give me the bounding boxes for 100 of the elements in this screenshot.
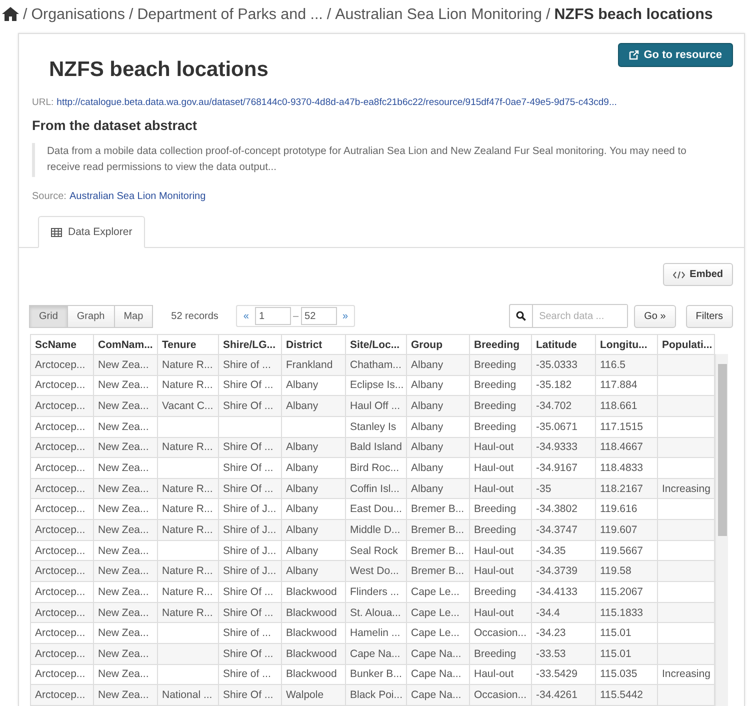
go-to-resource-button[interactable]: Go to resource — [618, 43, 733, 67]
table-cell: Breeding — [470, 520, 532, 540]
abstract-text: Data from a mobile data collection proof-of-concept prototype for Autralian Sea Lion and New Zealand Fur Seal monitoring. You may need to receive read permissions to view the data output... — [32, 143, 733, 177]
table-cell: Arctocep... — [30, 416, 94, 438]
table-cell: Shire Of ... — [218, 643, 282, 664]
url-label: URL: — [32, 97, 54, 108]
table-cell: Frankland — [282, 354, 346, 376]
table-cell: Shire Of ... — [218, 684, 282, 706]
table-cell: 115.01 — [596, 643, 658, 664]
table-cell: -34.3747 — [532, 520, 596, 540]
table-cell: Haul-out — [470, 458, 532, 478]
table-cell: New Zea... — [94, 684, 158, 706]
table-cell: Cape Le... — [406, 582, 470, 602]
table-cell: Vacant C... — [158, 396, 218, 416]
table-cell: Occasion... — [470, 684, 532, 706]
table-icon — [51, 228, 62, 236]
table-cell: 118.661 — [596, 396, 658, 416]
table-cell: Albany — [282, 458, 346, 478]
table-cell: 117.1515 — [596, 416, 658, 438]
table-cell: 115.2067 — [596, 582, 658, 602]
table-cell: New Zea... — [94, 354, 158, 376]
table-cell: Arctocep... — [30, 684, 94, 706]
vertical-scrollbar[interactable] — [715, 354, 728, 706]
table-cell: Cape Na... — [406, 643, 470, 664]
page-from-field[interactable]: 1 — [254, 307, 291, 325]
scrollbar-thumb[interactable] — [718, 364, 726, 536]
embed-button[interactable]: Embed — [662, 263, 733, 286]
table-cell: Breeding — [470, 396, 532, 416]
table-cell: Middle D... — [346, 520, 406, 540]
current-page: NZFS beach locations — [554, 6, 713, 22]
table-cell: Breeding — [470, 416, 532, 438]
table-cell: 119.607 — [596, 520, 658, 540]
table-cell: Occasion... — [470, 622, 532, 644]
table-cell — [158, 622, 218, 644]
view-toggle[interactable]: Graph — [66, 304, 115, 328]
table-cell: Flinders ... — [346, 582, 406, 602]
table-cell: -35.0333 — [532, 354, 596, 376]
table-cell — [158, 643, 218, 664]
source-link[interactable]: Australian Sea Lion Monitoring — [69, 191, 206, 202]
table-cell: Arctocep... — [30, 622, 94, 644]
table-cell: Albany — [406, 416, 470, 438]
search-icon — [516, 311, 526, 321]
table-cell: Shire of ... — [218, 622, 282, 644]
column-header[interactable]: ScName — [30, 334, 94, 354]
view-toggle[interactable]: Grid — [29, 304, 68, 328]
table-cell: Shire Of ... — [218, 396, 282, 416]
table-cell: Blackwood — [282, 643, 346, 664]
data-explorer-tab[interactable]: Data Explorer — [38, 216, 146, 248]
breadcrumb-link[interactable]: Australian Sea Lion Monitoring — [335, 6, 542, 22]
table-cell: Haul Off ... — [346, 396, 406, 416]
breadcrumb-link[interactable]: Department of Parks and ... — [137, 6, 323, 22]
table-cell: Albany — [282, 520, 346, 540]
table-cell: 116.5 — [596, 354, 658, 376]
abstract-heading: From the dataset abstract — [32, 118, 198, 133]
table-cell: Breeding — [470, 354, 532, 376]
table-cell: Breeding — [470, 582, 532, 602]
table-cell — [282, 416, 346, 438]
table-cell: Bremer B... — [406, 520, 470, 540]
table-cell: Arctocep... — [30, 582, 94, 602]
table-cell — [158, 458, 218, 478]
table-cell: Nature R... — [158, 354, 218, 376]
table-cell: Black Poi... — [346, 684, 406, 706]
table-cell: Blackwood — [282, 582, 346, 602]
code-icon — [672, 270, 685, 278]
table-cell: Shire Of ... — [218, 582, 282, 602]
table-cell: Arctocep... — [30, 520, 94, 540]
table-cell: Cape Le... — [406, 622, 470, 644]
view-toggle[interactable]: Map — [114, 304, 154, 328]
breadcrumb-separator: / — [326, 6, 332, 22]
filters-button[interactable]: Filters — [686, 304, 733, 328]
table-cell: Blackwood — [282, 622, 346, 644]
table-cell: -34.702 — [532, 396, 596, 416]
table-cell: New Zea... — [94, 458, 158, 478]
home-icon[interactable] — [2, 7, 19, 21]
table-cell: New Zea... — [94, 582, 158, 602]
table-cell: -34.23 — [532, 622, 596, 644]
table-cell: Nature R... — [158, 582, 218, 602]
source-label: Source: — [32, 191, 66, 202]
breadcrumb-separator: / — [128, 6, 134, 22]
table-cell: 115.01 — [596, 622, 658, 644]
table-cell: New Zea... — [94, 396, 158, 416]
page-to-field[interactable]: 52 — [300, 307, 337, 325]
table-cell: Albany — [282, 396, 346, 416]
breadcrumb-link[interactable]: Organisations — [31, 6, 125, 22]
search-box[interactable]: Search data ... — [509, 304, 628, 328]
table-cell: New Zea... — [94, 643, 158, 664]
go-button[interactable]: Go » — [634, 304, 676, 328]
table-cell — [218, 416, 282, 438]
table-cell: New Zea... — [94, 622, 158, 644]
table-cell: New Zea... — [94, 416, 158, 438]
table-cell: Breeding — [470, 643, 532, 664]
resource-url-link[interactable]: http://catalogue.beta.data.wa.gov.au/dataset/768144c0-9370-4d8d-a47b-ea8fc21b6c22/resource/915df47f-0ae7-49e5-9d75-c43cd9... — [56, 97, 617, 108]
table-cell: Bird Roc... — [346, 458, 406, 478]
external-link-icon — [628, 50, 639, 60]
record-count: 52 records — [171, 310, 218, 322]
table-cell: Arctocep... — [30, 458, 94, 478]
table-cell: -34.4261 — [532, 684, 596, 706]
table-cell: Albany — [406, 354, 470, 376]
table-cell: Arctocep... — [30, 643, 94, 664]
table-cell: -33.53 — [532, 643, 596, 664]
